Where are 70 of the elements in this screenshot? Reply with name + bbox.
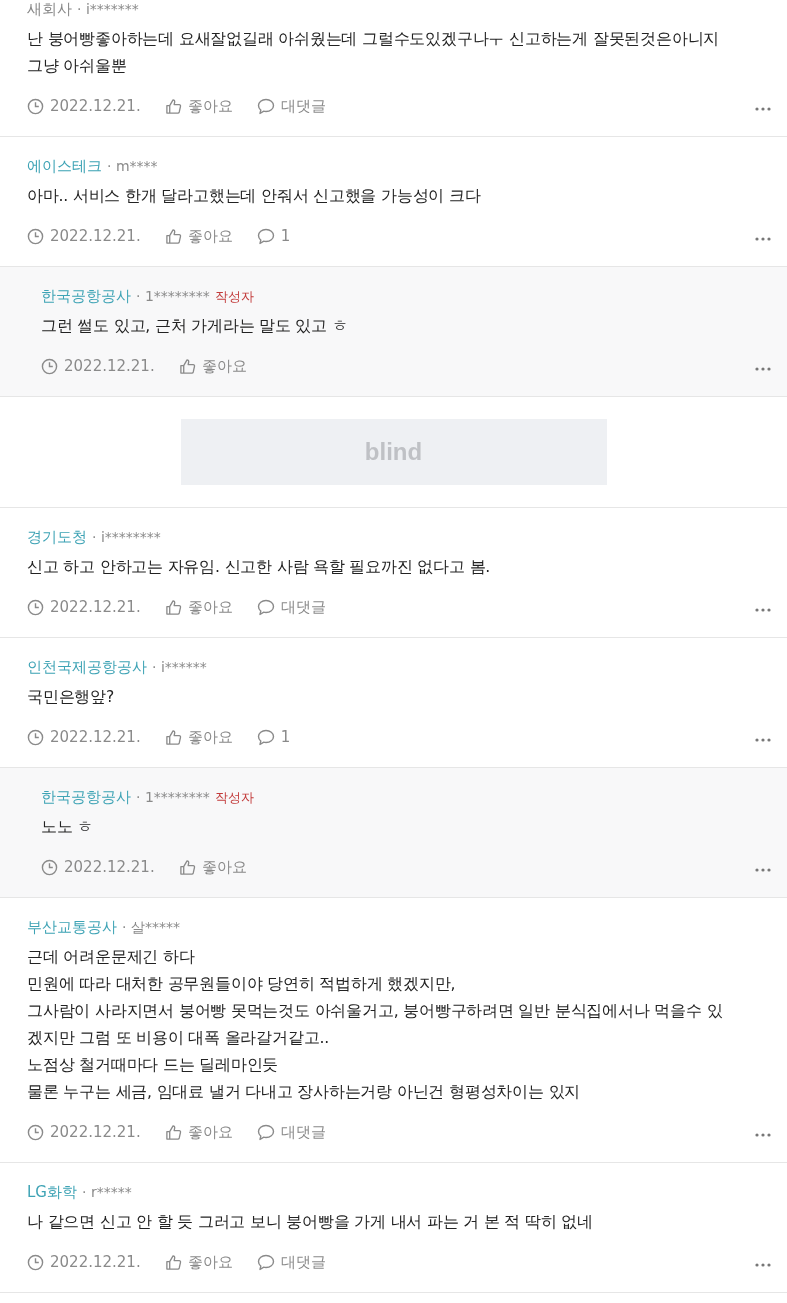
speech-bubble-icon <box>256 1253 275 1271</box>
clock-icon <box>41 858 58 876</box>
speech-bubble-icon <box>256 227 275 245</box>
comment-date: 2022.12.21. <box>27 97 141 115</box>
user-id: · r***** <box>82 1184 132 1200</box>
reply-button[interactable]: 대댓글 <box>256 1252 326 1272</box>
company-name[interactable]: 한국공항공사 <box>41 287 131 306</box>
thumbs-up-icon <box>178 858 196 876</box>
like-button[interactable]: 좋아요 <box>164 597 233 617</box>
thumbs-up-icon <box>164 728 182 746</box>
user-id: · i****** <box>152 659 207 675</box>
speech-bubble-icon <box>256 598 275 616</box>
comment-text: 근데 어려운문제긴 하다 민원에 따라 대처한 공무원들이야 당연히 적법하게 했겠지만, 그사람이 사라지면서 붕어빵 못먹는것도 아쉬울거고, 붕어빵구하려면 일반 분식집에서나 먹을수 있 겠지만 그럼 또 비용이 대폭 올라갈거같고.. 노점상 철거때마다 드는 딜레마인듯 물론 누구는 세금, 임대료 낼거 다내고 장사하는거랑 아닌건 형평성차이는 있지 <box>27 947 723 1103</box>
like-button[interactable]: 좋아요 <box>164 1122 233 1142</box>
reply-button[interactable]: 대댓글 <box>256 597 326 617</box>
company-name[interactable]: 새회사 <box>27 0 72 19</box>
like-button[interactable]: 좋아요 <box>164 96 233 116</box>
speech-bubble-icon <box>256 97 275 115</box>
user-id: · 살***** <box>122 919 180 937</box>
comment-date: 2022.12.21. <box>41 858 155 876</box>
clock-icon <box>41 357 58 375</box>
comment-text: 나 같으면 신고 안 할 듯 그러고 보니 붕어빵을 가게 내서 파는 거 본 적 딱히 없네 <box>27 1212 593 1233</box>
reply-button[interactable]: 1 <box>256 227 291 245</box>
clock-icon <box>27 97 44 115</box>
speech-bubble-icon <box>256 1123 275 1141</box>
comment-text: 아마.. 서비스 한개 달라고했는데 안줘서 신고했을 가능성이 크다 <box>27 186 481 207</box>
thumbs-up-icon <box>164 227 182 245</box>
company-name[interactable]: 한국공항공사 <box>41 788 131 807</box>
comment-text: 신고 하고 안하고는 자유임. 신고한 사람 욕할 필요까진 없다고 봄. <box>27 557 491 578</box>
comment-date: 2022.12.21. <box>27 227 141 245</box>
clock-icon <box>27 1253 44 1271</box>
thumbs-up-icon <box>164 598 182 616</box>
user-id: · 1******** <box>136 789 210 805</box>
thumbs-up-icon <box>164 1253 182 1271</box>
company-name[interactable]: 부산교통공사 <box>27 918 117 937</box>
comment-text: 난 붕어빵좋아하는데 요새잘없길래 아쉬웠는데 그럴수도있겠구나ㅜ 신고하는게 잘못된것은아니지 그냥 아쉬울뿐 <box>27 29 720 77</box>
comment-text: 그런 썰도 있고, 근처 가게라는 말도 있고 ㅎ <box>41 316 348 337</box>
thumbs-up-icon <box>164 1123 182 1141</box>
company-name[interactable]: LG화학 <box>27 1183 77 1202</box>
clock-icon <box>27 598 44 616</box>
comment-date: 2022.12.21. <box>27 1253 141 1271</box>
speech-bubble-icon <box>256 728 275 746</box>
company-name[interactable]: 에이스테크 <box>27 157 102 176</box>
comment-date: 2022.12.21. <box>41 357 155 375</box>
reply-button[interactable]: 대댓글 <box>256 1122 326 1142</box>
comment-date: 2022.12.21. <box>27 728 141 746</box>
thumbs-up-icon <box>178 357 196 375</box>
comment-text: 노노 ㅎ <box>41 817 94 838</box>
user-id: · m**** <box>107 158 158 174</box>
like-button[interactable]: 좋아요 <box>164 226 233 246</box>
author-label: 작성자 <box>214 789 254 807</box>
like-button[interactable]: 좋아요 <box>164 727 233 747</box>
clock-icon <box>27 728 44 746</box>
like-button[interactable]: 좋아요 <box>164 1252 233 1272</box>
thumbs-up-icon <box>164 97 182 115</box>
user-id: · i******* <box>77 1 139 17</box>
clock-icon <box>27 227 44 245</box>
reply-button[interactable]: 1 <box>256 728 291 746</box>
user-id: · i******** <box>92 529 161 545</box>
author-label: 작성자 <box>214 288 254 306</box>
comment-date: 2022.12.21. <box>27 1123 141 1141</box>
company-name[interactable]: 인천국제공항공사 <box>27 658 147 677</box>
comment-text: 국민은행앞? <box>27 687 115 708</box>
clock-icon <box>27 1123 44 1141</box>
comment-date: 2022.12.21. <box>27 598 141 616</box>
like-button[interactable]: 좋아요 <box>178 356 247 376</box>
user-id: · 1******** <box>136 288 210 304</box>
company-name[interactable]: 경기도청 <box>27 528 87 547</box>
reply-button[interactable]: 대댓글 <box>256 96 326 116</box>
like-button[interactable]: 좋아요 <box>178 857 247 877</box>
